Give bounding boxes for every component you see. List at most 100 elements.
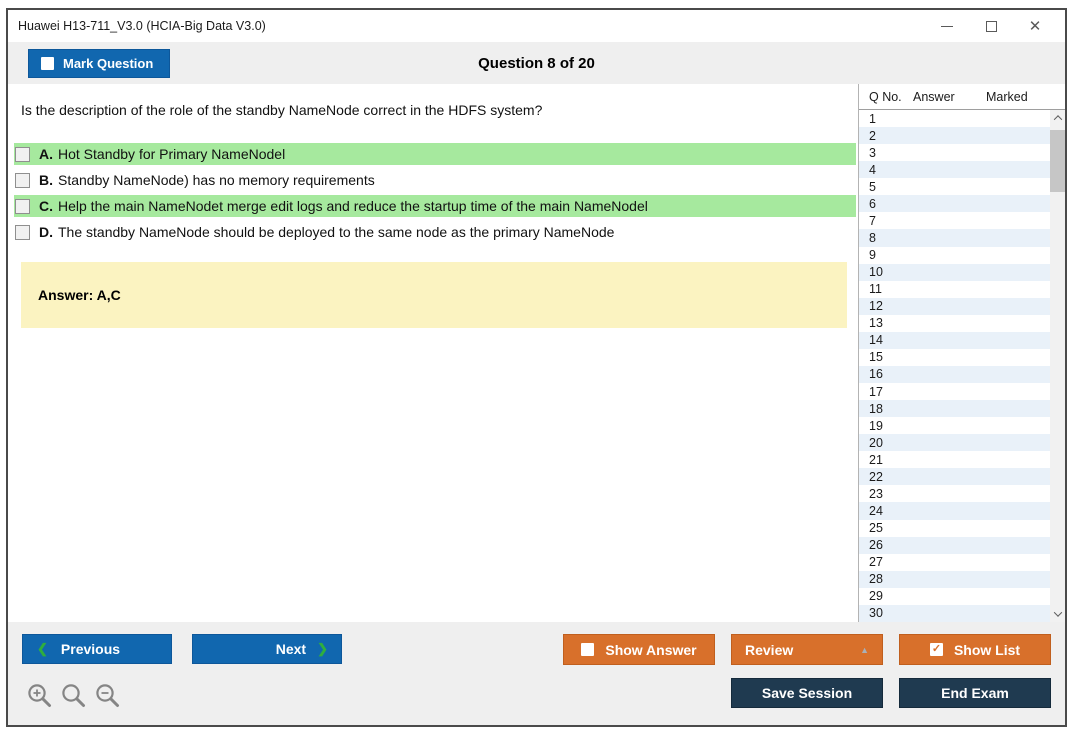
row-qno: 9 <box>869 248 876 263</box>
row-qno: 28 <box>869 572 883 587</box>
question-list-row[interactable]: 8 <box>859 229 1050 247</box>
question-list-row[interactable]: 9 <box>859 246 1050 264</box>
question-list-header: Q No. Answer Marked <box>859 84 1065 110</box>
maximize-button[interactable] <box>969 10 1013 42</box>
bottom-bar: ❮ Previous Next ❯ Show Answer Review ▲ ✓… <box>8 622 1065 725</box>
close-button[interactable]: ✕ <box>1013 10 1057 42</box>
close-icon: ✕ <box>1028 18 1042 35</box>
scroll-up-button[interactable] <box>1050 110 1065 126</box>
question-list-row[interactable]: 28 <box>859 570 1050 588</box>
question-counter: Question 8 of 20 <box>478 54 595 72</box>
row-qno: 22 <box>869 469 883 484</box>
question-list-row[interactable]: 13 <box>859 314 1050 332</box>
app-window: Huawei H13-711_V3.0 (HCIA-Big Data V3.0)… <box>6 8 1067 727</box>
review-label: Review <box>745 641 794 658</box>
question-list-row[interactable]: 15 <box>859 348 1050 366</box>
show-list-label: Show List <box>953 641 1021 658</box>
question-list-row[interactable]: 26 <box>859 536 1050 554</box>
option-text: The standby NameNode should be deployed … <box>58 224 615 240</box>
previous-button[interactable]: ❮ Previous <box>22 634 172 664</box>
option-a[interactable]: A. Hot Standby for Primary NameNodel <box>14 143 856 165</box>
option-letter: B. <box>39 172 53 188</box>
row-qno: 10 <box>869 265 883 280</box>
check-icon: ✓ <box>931 643 942 655</box>
chevron-up-icon <box>1053 115 1062 124</box>
row-qno: 25 <box>869 521 883 536</box>
question-list-row[interactable]: 27 <box>859 553 1050 571</box>
option-text: Help the main NameNodet merge edit logs … <box>58 198 648 214</box>
question-list-row[interactable]: 4 <box>859 161 1050 179</box>
minimize-button[interactable] <box>925 10 969 42</box>
question-panel: Is the description of the role of the st… <box>8 84 858 622</box>
title-bar: Huawei H13-711_V3.0 (HCIA-Big Data V3.0)… <box>8 10 1065 42</box>
row-qno: 3 <box>869 145 876 160</box>
option-b[interactable]: B. Standby NameNode) has no memory requi… <box>14 169 856 191</box>
review-button[interactable]: Review ▲ <box>731 634 883 665</box>
scroll-down-button[interactable] <box>1050 606 1065 622</box>
question-list-row[interactable]: 21 <box>859 451 1050 469</box>
zoom-out-icon[interactable] <box>94 682 121 709</box>
row-qno: 16 <box>869 367 883 382</box>
question-list-row[interactable]: 17 <box>859 383 1050 401</box>
options-list: A. Hot Standby for Primary NameNodel B. … <box>8 143 858 243</box>
row-qno: 19 <box>869 418 883 433</box>
question-list-row[interactable]: 25 <box>859 519 1050 537</box>
option-a-checkbox[interactable] <box>15 146 30 162</box>
question-list-body: 1 2 3 4 5 6 7 8 9 10 11 12 13 14 15 16 17 18 19 20 21 22 23 24 2… <box>859 110 1050 622</box>
row-qno: 15 <box>869 350 883 365</box>
row-qno: 4 <box>869 162 876 177</box>
row-qno: 21 <box>869 452 883 467</box>
question-list-row[interactable]: 12 <box>859 297 1050 315</box>
question-list-row[interactable]: 23 <box>859 485 1050 503</box>
question-list-row[interactable]: 5 <box>859 178 1050 196</box>
row-qno: 17 <box>869 384 883 399</box>
row-qno: 20 <box>869 435 883 450</box>
save-session-button[interactable]: Save Session <box>731 678 883 708</box>
show-list-checkbox-icon: ✓ <box>929 643 943 656</box>
row-qno: 5 <box>869 179 876 194</box>
show-answer-button[interactable]: Show Answer <box>563 634 715 665</box>
zoom-in-icon[interactable] <box>26 682 53 709</box>
save-session-label: Save Session <box>761 685 853 701</box>
row-qno: 12 <box>869 299 883 314</box>
row-qno: 24 <box>869 503 883 518</box>
option-c-checkbox[interactable] <box>15 198 30 214</box>
option-d-checkbox[interactable] <box>15 224 30 240</box>
answer-box: Answer: A,C <box>21 262 847 328</box>
row-qno: 1 <box>869 111 876 126</box>
question-list-row[interactable]: 20 <box>859 434 1050 452</box>
window-controls: ✕ <box>925 10 1057 42</box>
question-list-row[interactable]: 24 <box>859 502 1050 520</box>
question-list-row[interactable]: 18 <box>859 400 1050 418</box>
option-b-checkbox[interactable] <box>15 172 30 188</box>
question-list-row[interactable]: 11 <box>859 280 1050 298</box>
end-exam-button[interactable]: End Exam <box>899 678 1051 708</box>
zoom-reset-icon[interactable] <box>60 682 87 709</box>
row-qno: 14 <box>869 333 883 348</box>
question-list-row[interactable]: 6 <box>859 195 1050 213</box>
option-d[interactable]: D. The standby NameNode should be deploy… <box>14 221 856 243</box>
row-qno: 11 <box>869 282 882 297</box>
question-text: Is the description of the role of the st… <box>21 102 543 118</box>
question-list-row[interactable]: 3 <box>859 144 1050 162</box>
question-list-row[interactable]: 29 <box>859 587 1050 605</box>
question-list-row[interactable]: 7 <box>859 212 1050 230</box>
row-qno: 18 <box>869 401 883 416</box>
question-list-row[interactable]: 19 <box>859 417 1050 435</box>
previous-label: Previous <box>60 641 121 657</box>
zoom-toolbar <box>26 682 121 709</box>
option-c[interactable]: C. Help the main NameNodet merge edit lo… <box>14 195 856 217</box>
list-scrollbar[interactable] <box>1050 110 1065 622</box>
question-list-row[interactable]: 22 <box>859 468 1050 486</box>
scrollbar-thumb[interactable] <box>1050 130 1065 192</box>
show-list-button[interactable]: ✓ Show List <box>899 634 1051 665</box>
question-list-row[interactable]: 2 <box>859 127 1050 145</box>
question-list-row[interactable]: 10 <box>859 263 1050 281</box>
question-list-row[interactable]: 14 <box>859 331 1050 349</box>
question-list-panel: Q No. Answer Marked 1 2 3 4 5 6 7 8 9 10 11 12 13 14 1… <box>858 84 1065 622</box>
question-list-row[interactable]: 30 <box>859 604 1050 622</box>
next-button[interactable]: Next ❯ <box>192 634 342 664</box>
question-list-row[interactable]: 16 <box>859 365 1050 383</box>
question-list-row[interactable]: 1 <box>859 110 1050 128</box>
row-qno: 26 <box>869 538 883 553</box>
